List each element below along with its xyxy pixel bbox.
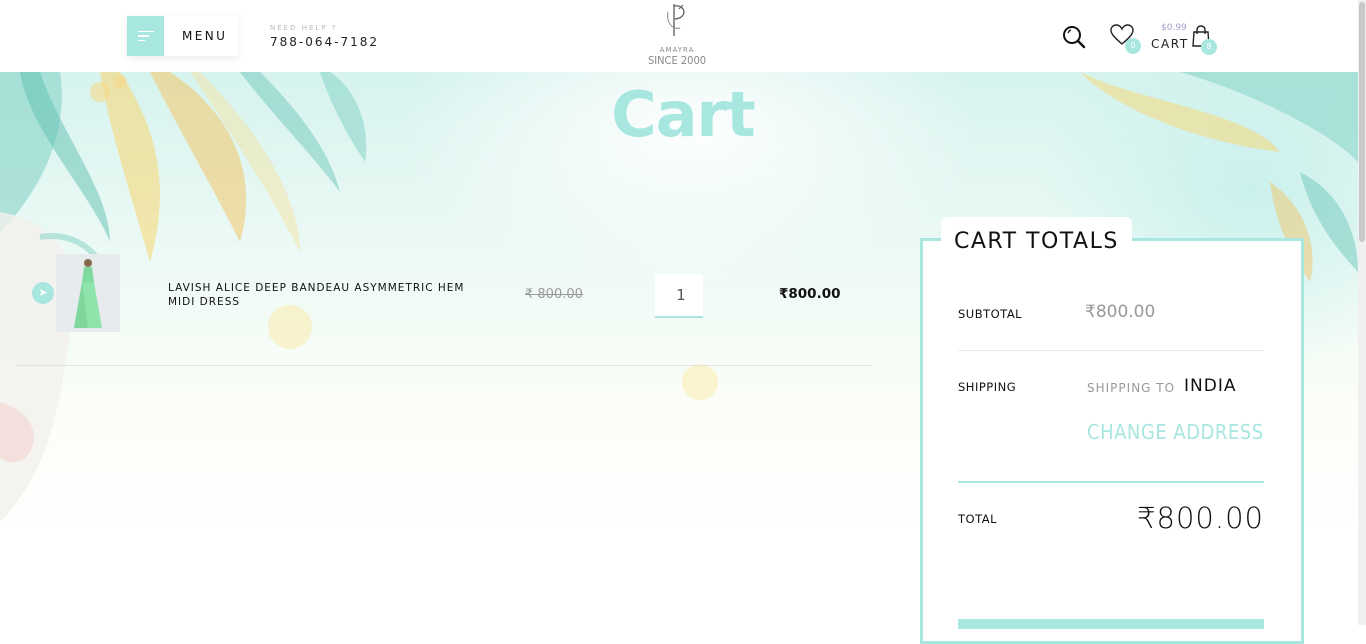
cart-count-badge: 8 — [1201, 39, 1217, 55]
subtotal-label: SUBTOTAL — [958, 307, 1023, 321]
menu-label: MENU — [182, 29, 228, 43]
page-title: Cart — [611, 78, 756, 151]
quantity-stepper[interactable] — [655, 274, 707, 318]
totals-divider-accent — [958, 481, 1264, 483]
subtotal-value: ₹800.00 — [1085, 302, 1156, 322]
checkout-button[interactable] — [958, 619, 1264, 629]
shipping-to-label: SHIPPING TO — [1087, 381, 1176, 395]
cart-totals-title: CART TOTALS — [941, 217, 1132, 263]
cart-link[interactable]: CART — [1151, 37, 1189, 51]
totals-divider — [958, 350, 1264, 351]
site-header: MENU NEED HELP ? 788-064-7182 AMAYRA SIN… — [0, 0, 1366, 72]
logo-monogram-icon — [667, 4, 685, 36]
logo-since: SINCE 2000 — [647, 54, 707, 67]
product-thumbnail[interactable] — [56, 254, 120, 332]
shipping-label: SHIPPING — [958, 380, 1017, 394]
hamburger-icon — [127, 16, 164, 56]
phone-number[interactable]: 788-064-7182 — [270, 35, 379, 49]
remove-item-button[interactable]: ➤ — [32, 282, 54, 304]
shipping-country: INDIA — [1184, 376, 1237, 396]
row-divider — [16, 365, 872, 366]
remove-icon: ➤ — [38, 286, 48, 299]
site-logo[interactable]: AMAYRA SINCE 2000 — [640, 2, 714, 67]
logo-brand: AMAYRA — [659, 46, 695, 54]
page-scrollbar[interactable] — [1358, 0, 1366, 625]
total-value: ₹800.00 — [1137, 501, 1264, 535]
change-address-link[interactable]: CHANGE ADDRESS — [1087, 420, 1264, 444]
help-label: NEED HELP ? — [270, 24, 338, 32]
product-subtotal: ₹800.00 — [779, 286, 841, 302]
menu-button[interactable]: MENU — [127, 16, 238, 56]
help-contact: NEED HELP ? 788-064-7182 — [270, 24, 379, 49]
search-icon[interactable] — [1062, 25, 1086, 49]
scrollbar-thumb[interactable] — [1359, 2, 1365, 242]
cart-amount: $0.99 — [1161, 23, 1187, 33]
total-label: TOTAL — [958, 512, 997, 526]
dress-image — [56, 254, 120, 332]
product-price: ₹ 800.00 — [525, 287, 583, 302]
product-name[interactable]: LAVISH ALICE DEEP BANDEAU ASYMMETRIC HEM… — [168, 281, 488, 309]
logo-mark — [640, 2, 714, 48]
quantity-input[interactable] — [655, 274, 707, 316]
wishlist-count-badge: 0 — [1125, 38, 1141, 54]
